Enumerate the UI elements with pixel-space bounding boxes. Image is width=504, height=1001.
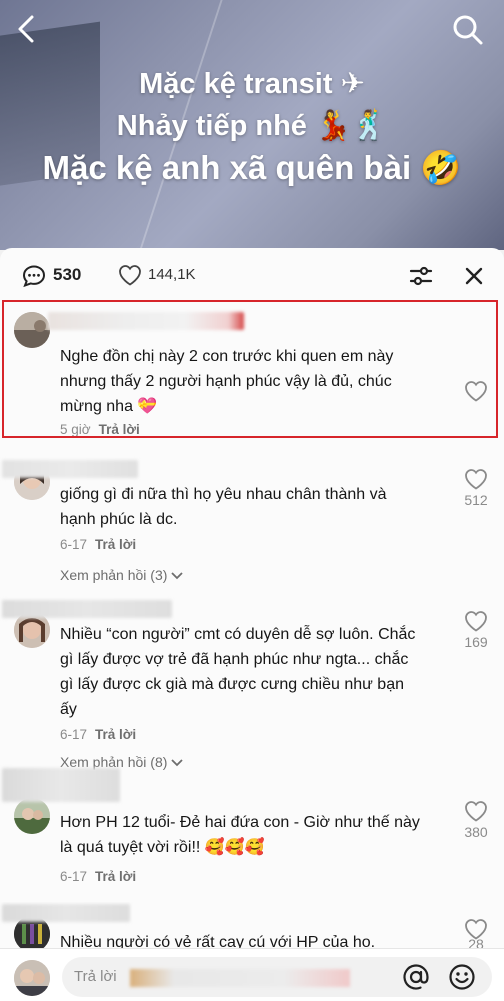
view-replies-button[interactable]: Xem phản hồi (3) [60, 567, 183, 583]
comment-text: Hơn PH 12 tuổi- Đẻ hai đứa con - Giờ như… [60, 814, 420, 856]
caption-text-1: Mặc kệ transit [139, 68, 333, 100]
comment-meta: 6-17 Trả lời [60, 727, 136, 742]
avatar-image [14, 798, 50, 834]
filter-sliders-icon[interactable] [408, 263, 434, 289]
comment-meta: 6-17 Trả lời [60, 537, 136, 552]
mention-at-icon[interactable] [402, 963, 430, 991]
avatar-image [14, 960, 50, 996]
username-blurred [2, 904, 130, 922]
close-icon[interactable] [462, 264, 486, 288]
comments-sheet: 530 144,1K Nghe đồn chị này 2 con trước … [0, 248, 504, 1000]
highlight-box [2, 300, 498, 438]
like-count: 512 [464, 492, 488, 508]
like-count: 169 [464, 634, 488, 650]
reply-button[interactable]: Trả lời [95, 727, 136, 742]
emoji-smile-icon[interactable] [448, 963, 476, 991]
comment-bubble-icon [22, 265, 46, 288]
comment-time: 6-17 [60, 869, 88, 884]
reply-button[interactable]: Trả lời [95, 869, 136, 884]
username-blurred [2, 460, 138, 478]
comment-text: Nhiều “con người” cmt có duyên dễ sợ luô… [60, 626, 416, 718]
chevron-down-icon [171, 759, 183, 767]
view-replies-label: Xem phản hồi (3) [60, 567, 168, 583]
like-count: 380 [464, 824, 488, 840]
heart-icon[interactable] [464, 468, 488, 490]
airplane-emoji: ✈ [340, 66, 365, 100]
comment-count: 530 [53, 265, 82, 284]
caption-text-2: Nhảy tiếp nhé [116, 110, 307, 142]
reply-button[interactable]: Trả lời [95, 537, 136, 552]
heart-icon[interactable] [464, 610, 488, 632]
comment-item: Hơn PH 12 tuổi- Đẻ hai đứa con - Giờ như… [0, 768, 504, 892]
comment-item: Nhiều “con người” cmt có duyên dễ sợ luô… [0, 598, 504, 776]
comment-time: 6-17 [60, 727, 88, 742]
comment-text: Nhiều người có vẻ rất cay cú với HP của … [60, 934, 376, 948]
dancers-emoji: 💃🕺 [315, 108, 388, 142]
rofl-emoji: 🤣 [420, 148, 462, 187]
heart-icon[interactable] [118, 264, 142, 286]
like-count: 144,1K [148, 266, 196, 283]
caption-line-1: Mặc kệ transit ✈ [0, 66, 504, 101]
comment-time: 6-17 [60, 537, 88, 552]
caption-line-3: Mặc kệ anh xã quên bài 🤣 [0, 148, 504, 188]
caption-line-2: Nhảy tiếp nhé 💃🕺 [0, 108, 504, 143]
heart-icon[interactable] [464, 800, 488, 822]
username-blurred [2, 600, 172, 618]
caption-text-3: Mặc kệ anh xã quên bài [42, 149, 412, 186]
reply-target-blurred [130, 969, 350, 987]
reply-input-placeholder: Trả lời [74, 968, 117, 985]
username-blurred [2, 768, 120, 802]
chevron-down-icon [171, 572, 183, 580]
reply-bar: Trả lời [0, 948, 504, 1001]
comment-item: giống gì đi nữa thì họ yêu nhau chân thà… [0, 458, 504, 588]
comment-text: giống gì đi nữa thì họ yêu nhau chân thà… [60, 486, 387, 528]
comments-header: 530 144,1K [0, 248, 504, 300]
comment-item: Nhiều người có vẻ rất cay cú với HP của … [0, 902, 504, 948]
avatar[interactable] [14, 798, 50, 834]
search-icon[interactable] [452, 14, 484, 46]
like-count: 28 [468, 936, 484, 948]
avatar [14, 960, 50, 996]
video-background: Mặc kệ transit ✈ Nhảy tiếp nhé 💃🕺 Mặc kệ… [0, 0, 504, 250]
comment-meta: 6-17 Trả lời [60, 869, 136, 884]
reply-input[interactable]: Trả lời [62, 957, 492, 997]
back-arrow-icon[interactable] [14, 14, 40, 44]
